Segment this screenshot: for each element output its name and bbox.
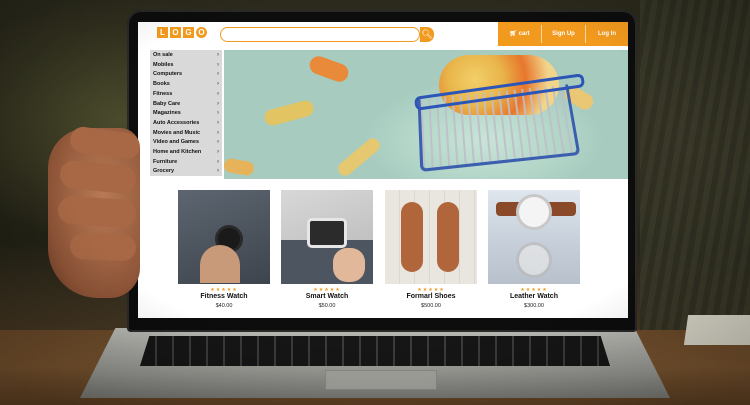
sidebar-item-fitness[interactable]: Fitness › bbox=[150, 89, 222, 99]
sidebar-item-home-kitchen[interactable]: Home and Kitchen › bbox=[150, 147, 222, 157]
smart-watch-face bbox=[307, 218, 347, 248]
product-name[interactable]: Fitness Watch bbox=[178, 293, 270, 300]
pasta-piece bbox=[335, 136, 382, 179]
chevron-right-icon: › bbox=[217, 147, 219, 157]
product-card[interactable]: ★★★★★ Formarl Shoes $500.00 bbox=[385, 190, 477, 312]
product-price: $300.00 bbox=[488, 303, 580, 309]
cart-button[interactable]: 🛒︎ cart bbox=[498, 22, 541, 46]
sidebar-item-label: Computers bbox=[153, 71, 182, 77]
laptop-touchpad bbox=[325, 370, 437, 390]
product-price: $500.00 bbox=[385, 303, 477, 309]
background-curtain bbox=[640, 0, 750, 330]
sidebar-item-label: Mobiles bbox=[153, 62, 173, 68]
signup-button[interactable]: Sign Up bbox=[542, 22, 585, 46]
sidebar-item-magazines[interactable]: Magazines › bbox=[150, 108, 222, 118]
product-image[interactable] bbox=[281, 190, 373, 284]
sidebar-item-label: Baby Care bbox=[153, 101, 180, 107]
sidebar-item-movies-music[interactable]: Movies and Music › bbox=[150, 128, 222, 138]
logo-letter[interactable]: O bbox=[170, 27, 181, 38]
left-shoe bbox=[401, 202, 423, 272]
chevron-right-icon: › bbox=[217, 60, 219, 70]
finger bbox=[57, 195, 137, 228]
search-icon: 🔍︎ bbox=[421, 29, 432, 39]
chevron-right-icon: › bbox=[217, 137, 219, 147]
logo-letter[interactable]: O bbox=[196, 27, 207, 38]
cart-label: cart bbox=[519, 31, 530, 37]
sidebar-item-computers[interactable]: Computers › bbox=[150, 69, 222, 79]
chevron-right-icon: › bbox=[217, 157, 219, 167]
sidebar-item-mobiles[interactable]: Mobiles › bbox=[150, 60, 222, 70]
sidebar-item-label: Books bbox=[153, 81, 170, 87]
chevron-right-icon: › bbox=[217, 79, 219, 89]
sidebar-item-label: Video and Games bbox=[153, 139, 199, 145]
product-image[interactable] bbox=[178, 190, 270, 284]
hand-shape bbox=[200, 245, 240, 283]
leather-watch-face bbox=[516, 194, 552, 230]
pasta-piece bbox=[223, 158, 255, 177]
logo-letter[interactable]: L bbox=[157, 27, 168, 38]
product-name[interactable]: Smart Watch bbox=[281, 293, 373, 300]
sidebar-item-books[interactable]: Books › bbox=[150, 79, 222, 89]
product-card[interactable]: ★★★★★ Fitness Watch $40.00 bbox=[178, 190, 270, 312]
chevron-right-icon: › bbox=[217, 128, 219, 138]
product-price: $50.00 bbox=[281, 303, 373, 309]
pasta-piece bbox=[263, 99, 315, 127]
sidebar-item-label: Magazines bbox=[153, 110, 181, 116]
cart-icon: 🛒︎ bbox=[509, 31, 517, 37]
sidebar-item-label: Fitness bbox=[153, 91, 172, 97]
product-card[interactable]: ★★★★★ Smart Watch $50.00 bbox=[281, 190, 373, 312]
hand-shape bbox=[333, 248, 365, 282]
sidebar-item-label: On sale bbox=[153, 52, 173, 58]
product-name[interactable]: Leather Watch bbox=[488, 293, 580, 300]
logo-letter[interactable]: G bbox=[183, 27, 194, 38]
sidebar-item-baby-care[interactable]: Baby Care › bbox=[150, 99, 222, 109]
store-header: L O G O 🔍︎ 🛒︎ cart Sign Up Log In bbox=[138, 22, 628, 46]
hero-banner-image[interactable] bbox=[224, 50, 628, 179]
sidebar-item-label: Furniture bbox=[153, 159, 177, 165]
laptop-screen: L O G O 🔍︎ 🛒︎ cart Sign Up Log In On sal… bbox=[138, 22, 628, 318]
sidebar-item-label: Home and Kitchen bbox=[153, 149, 201, 155]
chevron-right-icon: › bbox=[217, 50, 219, 60]
search-input[interactable] bbox=[220, 27, 420, 42]
header-actions: 🛒︎ cart Sign Up Log In bbox=[498, 22, 628, 46]
sidebar-item-label: Grocery bbox=[153, 168, 174, 174]
sidebar-item-label: Movies and Music bbox=[153, 130, 200, 136]
pasta-piece bbox=[307, 54, 351, 85]
watch-reflection bbox=[516, 242, 552, 278]
chevron-right-icon: › bbox=[217, 69, 219, 79]
product-price: $40.00 bbox=[178, 303, 270, 309]
product-card[interactable]: ★★★★★ Leather Watch $300.00 bbox=[488, 190, 580, 312]
chevron-right-icon: › bbox=[217, 99, 219, 109]
paper-on-table bbox=[684, 315, 750, 345]
sidebar-item-auto-accessories[interactable]: Auto Accessories › bbox=[150, 118, 222, 128]
finger bbox=[70, 233, 137, 261]
product-image[interactable] bbox=[385, 190, 477, 284]
sidebar-item-on-sale[interactable]: On sale › bbox=[150, 50, 222, 60]
search-button[interactable]: 🔍︎ bbox=[420, 27, 434, 42]
product-image[interactable] bbox=[488, 190, 580, 284]
sidebar-item-video-games[interactable]: Video and Games › bbox=[150, 137, 222, 147]
chevron-right-icon: › bbox=[217, 118, 219, 128]
product-name[interactable]: Formarl Shoes bbox=[385, 293, 477, 300]
right-shoe bbox=[437, 202, 459, 272]
chevron-right-icon: › bbox=[217, 89, 219, 99]
sidebar-item-furniture[interactable]: Furniture › bbox=[150, 157, 222, 167]
sidebar-item-grocery[interactable]: Grocery › bbox=[150, 166, 222, 176]
login-button[interactable]: Log In bbox=[586, 22, 628, 46]
chevron-right-icon: › bbox=[217, 166, 219, 176]
laptop-keyboard bbox=[140, 336, 610, 366]
chevron-right-icon: › bbox=[217, 108, 219, 118]
category-sidebar: On sale › Mobiles › Computers › Books › Fitn… bbox=[150, 50, 222, 176]
sidebar-item-label: Auto Accessories bbox=[153, 120, 199, 126]
